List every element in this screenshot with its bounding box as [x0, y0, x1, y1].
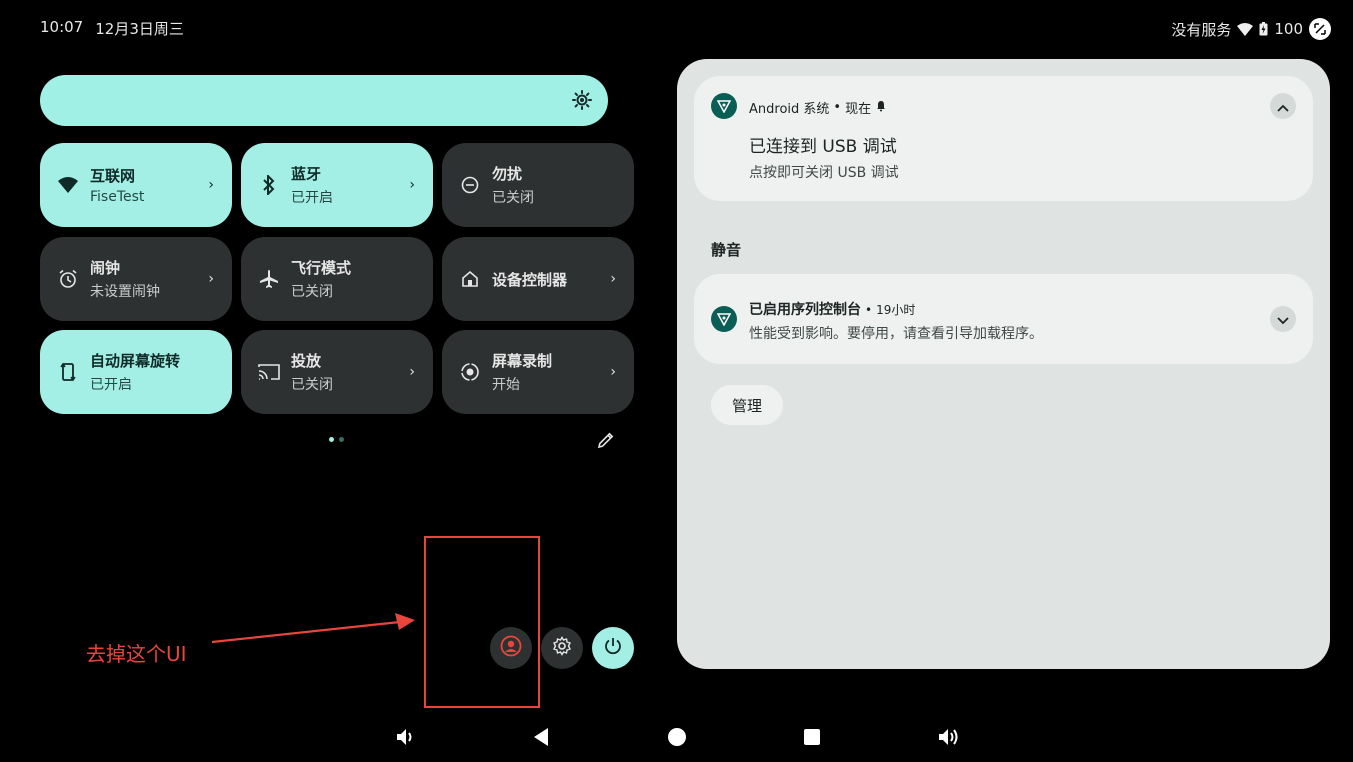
chevron-down-icon — [1277, 310, 1289, 329]
notification-panel: Android 系统 • 现在 已连接到 USB 调试 点按即可关闭 USB 调… — [677, 59, 1330, 669]
home-circle-icon — [667, 728, 687, 751]
notification-time: 19小时 — [876, 303, 916, 317]
tile-bluetooth[interactable]: 蓝牙 已开启 › — [241, 143, 433, 227]
screen-record-icon — [458, 360, 482, 384]
chevron-right-icon: › — [208, 271, 214, 287]
home-icon — [458, 267, 482, 291]
tile-title: 投放 — [291, 352, 322, 370]
bluetooth-icon — [257, 173, 281, 197]
alarm-clock-icon — [56, 267, 80, 291]
tile-title: 飞行模式 — [291, 259, 352, 277]
wifi-icon — [1237, 22, 1254, 36]
do-not-disturb-icon — [458, 173, 482, 197]
carrier-text: 没有服务 — [1171, 20, 1232, 39]
alert-bell-icon — [875, 100, 887, 116]
brightness-slider[interactable] — [40, 75, 608, 126]
volume-up-icon — [937, 729, 961, 751]
tile-title: 设备控制器 — [492, 270, 568, 289]
tile-device-controls[interactable]: 设备控制器 › — [442, 237, 634, 321]
separator-dot: • — [833, 100, 842, 115]
notification-body: 点按即可关闭 USB 调试 — [749, 165, 899, 181]
gear-icon — [552, 636, 572, 660]
tile-subtitle: 未设置闹钟 — [90, 284, 160, 300]
notification-body: 性能受到影响。要停用，请查看引导加载程序。 — [749, 326, 1043, 342]
tile-subtitle: FiseTest — [90, 189, 145, 205]
tile-subtitle: 已关闭 — [492, 190, 534, 206]
tile-title: 闹钟 — [90, 259, 121, 277]
edit-icon[interactable] — [597, 431, 615, 453]
date: 12月3日周三 — [95, 20, 184, 38]
clock: 10:07 — [40, 18, 84, 36]
tile-title: 互联网 — [90, 167, 136, 185]
app-name: Android 系统 — [749, 102, 830, 117]
notification-serial-console[interactable]: 已启用序列控制台 • 19小时 性能受到影响。要停用，请查看引导加载程序。 — [694, 274, 1313, 364]
battery-icon — [1259, 22, 1268, 36]
tile-airplane-mode[interactable]: 飞行模式 已关闭 — [241, 237, 433, 321]
user-icon — [500, 635, 522, 661]
page-dot-active — [329, 437, 334, 442]
tile-internet[interactable]: 互联网 FiseTest › — [40, 143, 232, 227]
home-button[interactable] — [667, 727, 687, 751]
tile-subtitle: 开始 — [492, 377, 520, 393]
wifi-icon — [56, 173, 80, 197]
chevron-right-icon: › — [610, 271, 616, 287]
tile-auto-rotate[interactable]: 自动屏幕旋转 已开启 — [40, 330, 232, 414]
tile-do-not-disturb[interactable]: 勿扰 已关闭 — [442, 143, 634, 227]
settings-button[interactable] — [541, 627, 583, 669]
android-system-app-icon — [711, 93, 737, 119]
back-icon — [532, 728, 550, 751]
airplane-icon — [257, 267, 281, 291]
annotation-arrow — [211, 613, 415, 644]
screenshot-icon — [1309, 18, 1331, 40]
power-icon — [603, 636, 623, 660]
chevron-right-icon: › — [610, 364, 616, 380]
chevron-right-icon: › — [409, 364, 415, 380]
tile-title: 屏幕录制 — [492, 352, 553, 370]
silent-section-header: 静音 — [711, 241, 742, 259]
notification-title: 已启用序列控制台 — [749, 302, 861, 318]
page-indicator — [329, 437, 344, 442]
annotation-box — [424, 536, 540, 708]
power-button[interactable] — [592, 627, 634, 669]
status-bar-right: 没有服务 100 — [1171, 18, 1331, 40]
back-button[interactable] — [532, 727, 550, 751]
notification-time: 现在 — [845, 102, 872, 117]
separator-dot: • — [865, 303, 873, 317]
battery-percent: 100 — [1274, 20, 1303, 38]
expand-button[interactable] — [1270, 306, 1296, 332]
screen-rotation-icon — [56, 360, 80, 384]
tile-subtitle: 已开启 — [291, 190, 333, 206]
android-system-app-icon — [711, 306, 737, 332]
notification-header: Android 系统 • 现在 — [749, 98, 887, 117]
tile-title: 勿扰 — [492, 165, 523, 183]
cast-icon — [257, 360, 281, 384]
tile-cast[interactable]: 投放 已关闭 › — [241, 330, 433, 414]
annotation-text: 去掉这个UI — [86, 642, 187, 666]
user-switcher-button[interactable] — [490, 627, 532, 669]
manage-label: 管理 — [731, 396, 762, 415]
tile-subtitle: 已关闭 — [291, 377, 333, 393]
chevron-right-icon: › — [409, 177, 415, 193]
volume-up-button[interactable] — [937, 727, 961, 751]
recents-icon — [803, 729, 821, 751]
chevron-right-icon: › — [208, 177, 214, 193]
volume-down-icon — [395, 729, 417, 751]
volume-down-button[interactable] — [395, 727, 417, 751]
tile-title: 自动屏幕旋转 — [90, 352, 181, 370]
notification-header: 已启用序列控制台 • 19小时 — [749, 299, 915, 319]
tile-screen-record[interactable]: 屏幕录制 开始 › — [442, 330, 634, 414]
tile-subtitle: 已关闭 — [291, 284, 333, 300]
brightness-icon — [572, 90, 592, 114]
recents-button[interactable] — [803, 727, 821, 751]
tile-subtitle: 已开启 — [90, 377, 132, 393]
notification-usb-debugging[interactable]: Android 系统 • 现在 已连接到 USB 调试 点按即可关闭 USB 调… — [694, 76, 1313, 201]
page-dot — [339, 437, 344, 442]
collapse-button[interactable] — [1270, 93, 1296, 119]
notification-title: 已连接到 USB 调试 — [749, 137, 897, 157]
status-bar-left: 10:07 12月3日周三 — [40, 18, 184, 39]
tile-alarm[interactable]: 闹钟 未设置闹钟 › — [40, 237, 232, 321]
chevron-up-icon — [1277, 97, 1289, 116]
manage-button[interactable]: 管理 — [711, 385, 783, 425]
tile-title: 蓝牙 — [291, 165, 322, 183]
